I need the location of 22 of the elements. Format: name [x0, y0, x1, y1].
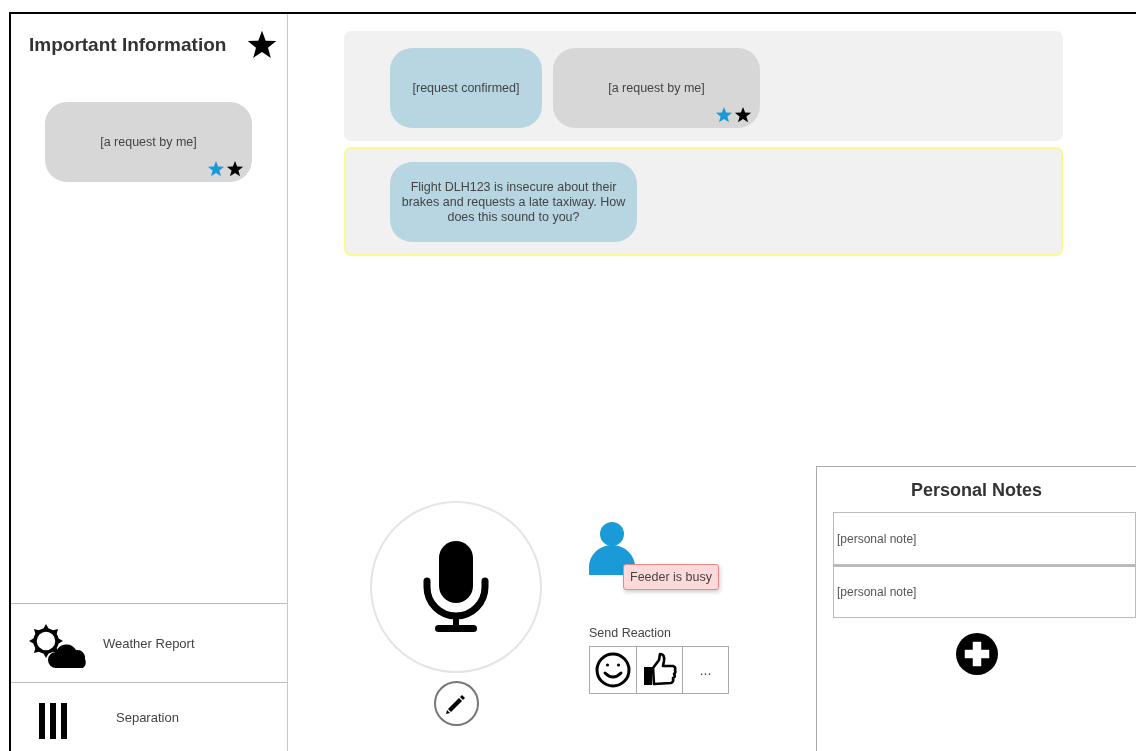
item-label: Weather Report — [103, 635, 195, 651]
sidebar-item[interactable]: Separation — [11, 682, 287, 751]
sidebar-item[interactable]: Weather Report — [11, 603, 287, 682]
note-field[interactable]: [personal note] — [833, 512, 1136, 565]
plus-icon — [955, 633, 998, 675]
message-text: [a request by me] — [608, 80, 705, 96]
panel-title: Personal Notes — [910, 480, 1042, 501]
smiley-icon — [595, 652, 631, 688]
message-text: [request confirmed] — [412, 80, 520, 96]
panel-title: Important Information — [29, 34, 227, 56]
microphone-icon — [421, 539, 491, 635]
edit-button[interactable] — [433, 681, 479, 726]
message-text: [a request by me] — [100, 134, 197, 150]
add-button[interactable] — [955, 633, 998, 675]
bars-icon — [38, 702, 68, 740]
item-label: Separation — [115, 709, 179, 725]
status-tooltip: Feeder is busy — [623, 564, 719, 590]
thumbs-up-icon — [641, 652, 678, 688]
star-icon[interactable] — [247, 30, 277, 60]
note-field[interactable]: [personal note] — [833, 565, 1136, 618]
section-label: Send Reaction — [589, 626, 672, 640]
message-text: Flight DLH123 is insecure about their brakes and requests a late taxiway. How does this sound to you? — [400, 179, 627, 225]
